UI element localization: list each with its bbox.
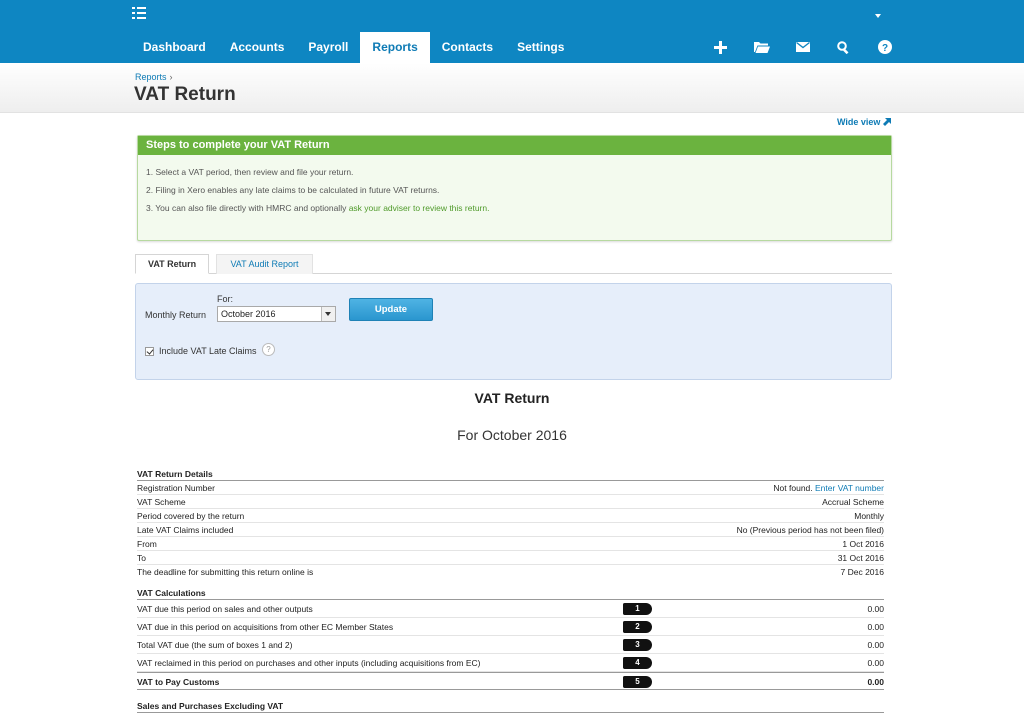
breadcrumb-reports-link[interactable]: Reports: [135, 72, 167, 82]
svg-text:?: ?: [881, 43, 887, 54]
update-button[interactable]: Update: [349, 298, 433, 321]
app-menu-icon[interactable]: [132, 6, 148, 20]
org-dropdown-caret-icon[interactable]: [875, 14, 881, 18]
box-number-badge: 2: [623, 621, 652, 633]
row-value: 1 Oct 2016: [842, 539, 884, 549]
nav-payroll[interactable]: Payroll: [296, 32, 360, 63]
nav-accounts[interactable]: Accounts: [218, 32, 297, 63]
expand-arrow-icon: [882, 118, 891, 126]
details-heading: VAT Return Details: [137, 468, 884, 481]
row-value: 0.00: [867, 658, 884, 668]
tab-vat-audit-report[interactable]: VAT Audit Report: [216, 254, 313, 274]
row-label: Late VAT Claims included: [137, 525, 234, 535]
period-type-label: Monthly Return: [145, 310, 207, 320]
table-row-total: VAT to Pay Customs 5 0.00: [137, 672, 884, 690]
late-claims-label: Include VAT Late Claims: [159, 346, 257, 356]
ask-adviser-link[interactable]: ask your adviser to review this return.: [349, 203, 490, 213]
help-icon[interactable]: ?: [864, 36, 905, 58]
main-nav: Dashboard Accounts Payroll Reports Conta…: [131, 32, 576, 63]
row-label: VAT to Pay Customs: [137, 677, 220, 687]
table-row: Registration Number Not found. Enter VAT…: [137, 481, 884, 495]
folder-icon[interactable]: [741, 36, 782, 58]
table-row: To 31 Oct 2016: [137, 551, 884, 565]
table-row: Total VAT due (the sum of boxes 1 and 2)…: [137, 636, 884, 654]
enter-vat-number-link[interactable]: Enter VAT number: [815, 483, 884, 493]
row-label: From: [137, 539, 157, 549]
report-title: VAT Return: [474, 390, 550, 406]
table-row: VAT reclaimed in this period on purchase…: [137, 654, 884, 672]
step-1: 1. Select a VAT period, then review and …: [146, 167, 354, 177]
step-3-text: 3. You can also file directly with HMRC …: [146, 203, 349, 213]
steps-list: 1. Select a VAT period, then review and …: [138, 155, 891, 221]
row-value: Accrual Scheme: [822, 497, 884, 507]
nav-dashboard[interactable]: Dashboard: [131, 32, 218, 63]
mail-icon[interactable]: [782, 36, 823, 58]
steps-heading: Steps to complete your VAT Return: [138, 136, 891, 155]
sales-purchases-heading: Sales and Purchases Excluding VAT: [137, 700, 884, 713]
nav-settings[interactable]: Settings: [505, 32, 576, 63]
period-select-value: October 2016: [221, 309, 276, 319]
row-label: VAT reclaimed in this period on purchase…: [137, 658, 481, 668]
row-value: 0.00: [867, 640, 884, 650]
breadcrumb: Reports ›: [135, 72, 173, 82]
wide-view-label: Wide view: [837, 117, 881, 127]
row-label: VAT Scheme: [137, 497, 186, 507]
box-number-badge: 4: [623, 657, 652, 669]
plus-icon[interactable]: [700, 36, 741, 58]
report-subtitle: For October 2016: [457, 427, 567, 443]
calculations-heading: VAT Calculations: [137, 587, 884, 600]
nav-icons: ?: [700, 36, 905, 58]
table-row: VAT Scheme Accrual Scheme: [137, 495, 884, 509]
filter-panel: Monthly Return For: October 2016 Update …: [135, 283, 892, 380]
nav-contacts[interactable]: Contacts: [430, 32, 505, 63]
top-bar: Dashboard Accounts Payroll Reports Conta…: [0, 0, 1024, 63]
period-select[interactable]: October 2016: [217, 306, 336, 322]
late-claims-checkbox[interactable]: [145, 347, 154, 356]
row-label: Total VAT due (the sum of boxes 1 and 2): [137, 640, 293, 650]
table-row: The deadline for submitting this return …: [137, 565, 884, 579]
row-value: Monthly: [854, 511, 884, 521]
page-title: VAT Return: [134, 84, 236, 105]
row-label: VAT due this period on sales and other o…: [137, 604, 313, 614]
report-table: VAT Return Details Registration Number N…: [137, 468, 884, 713]
table-row: From 1 Oct 2016: [137, 537, 884, 551]
row-value: 31 Oct 2016: [837, 553, 884, 563]
chevron-down-icon[interactable]: [321, 307, 335, 321]
table-row: VAT due this period on sales and other o…: [137, 600, 884, 618]
row-value: 7 Dec 2016: [840, 567, 884, 577]
nav-reports[interactable]: Reports: [360, 32, 430, 63]
table-row: VAT due in this period on acquisitions f…: [137, 618, 884, 636]
registration-value: Not found.: [773, 483, 816, 493]
row-value: 0.00: [867, 604, 884, 614]
report-tabs: VAT Return VAT Audit Report: [135, 254, 892, 274]
question-icon[interactable]: ?: [262, 343, 275, 356]
step-3: 3. You can also file directly with HMRC …: [146, 203, 891, 221]
row-value: 0.00: [867, 622, 884, 632]
step-2: 2. Filing in Xero enables any late claim…: [146, 185, 440, 195]
row-label: VAT due in this period on acquisitions f…: [137, 622, 394, 632]
steps-panel: Steps to complete your VAT Return 1. Sel…: [137, 135, 892, 241]
page-header: Reports › VAT Return: [0, 63, 1024, 113]
tab-vat-return[interactable]: VAT Return: [135, 254, 210, 274]
wide-view-link[interactable]: Wide view: [837, 117, 891, 127]
box-number-badge: 1: [623, 603, 652, 615]
search-icon[interactable]: [823, 36, 864, 58]
box-number-badge: 3: [623, 639, 652, 651]
row-value: 0.00: [867, 677, 884, 687]
row-value: Not found. Enter VAT number: [773, 481, 884, 495]
box-number-badge: 5: [623, 676, 652, 688]
table-row: Late VAT Claims included No (Previous pe…: [137, 523, 884, 537]
row-label: Period covered by the return: [137, 511, 245, 521]
breadcrumb-separator: ›: [169, 72, 173, 82]
for-label: For:: [217, 294, 234, 304]
row-value: No (Previous period has not been filed): [736, 525, 884, 535]
row-label: The deadline for submitting this return …: [137, 567, 314, 577]
row-label: To: [137, 553, 146, 563]
table-row: Period covered by the return Monthly: [137, 509, 884, 523]
row-label: Registration Number: [137, 483, 215, 493]
